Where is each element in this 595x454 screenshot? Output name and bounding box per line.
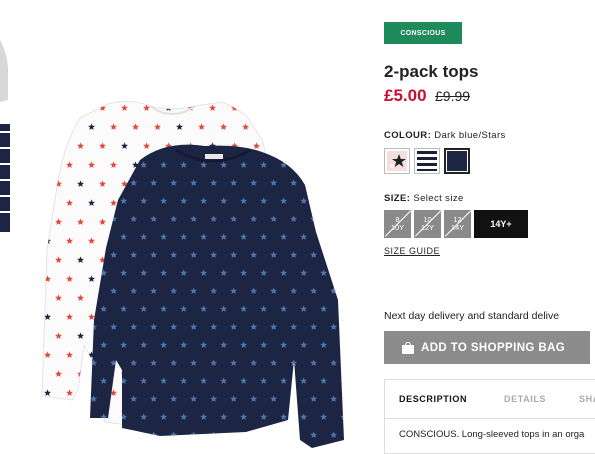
size-option-10-12y[interactable]: 10 12Y	[414, 210, 441, 238]
swatch-pink-stars[interactable]	[384, 148, 410, 174]
decorative-star	[77, 408, 84, 415]
decorative-star	[300, 161, 308, 168]
previous-image-edge	[0, 40, 10, 232]
decorative-star	[340, 233, 344, 240]
size-guide-link[interactable]: SIZE GUIDE	[384, 246, 440, 256]
delivery-info: Next day delivery and standard delive	[384, 310, 560, 322]
decorative-star	[340, 197, 344, 204]
decorative-star	[250, 431, 258, 438]
decorative-star	[340, 269, 344, 276]
decorative-star	[310, 179, 318, 186]
size-option-8-10y[interactable]: 8 10Y	[384, 210, 411, 238]
swatch-stripes-image	[417, 151, 437, 171]
decorative-star	[320, 233, 328, 240]
swatch-dark-blue-image	[447, 151, 467, 171]
shopping-bag-icon	[402, 341, 414, 354]
decorative-star	[44, 199, 51, 206]
decorative-star	[44, 123, 51, 130]
tab-description[interactable]: DESCRIPTION	[399, 394, 467, 404]
decorative-star	[320, 197, 328, 204]
decorative-star	[55, 104, 62, 111]
decorative-star	[130, 431, 138, 438]
conscious-badge: CONSCIOUS	[384, 22, 462, 44]
size-placeholder: Select size	[413, 193, 464, 204]
decorative-star	[340, 305, 344, 312]
decorative-star	[55, 142, 62, 149]
add-to-shopping-bag-button[interactable]: ADD TO SHOPPING BAG	[384, 331, 590, 364]
colour-label: COLOUR: Dark blue/Stars	[384, 130, 506, 141]
decorative-star	[330, 215, 338, 222]
swatch-pink-stars-image	[387, 151, 407, 171]
size-heading: SIZE:	[384, 193, 411, 204]
swatch-dark-blue-stars[interactable]	[444, 148, 470, 174]
decorative-star	[330, 251, 338, 258]
swatch-navy-white-stripes[interactable]	[414, 148, 440, 174]
decorative-star	[110, 431, 118, 438]
decorative-star	[270, 431, 278, 438]
size-option-line1: 14Y+	[490, 219, 512, 229]
decorative-star	[77, 104, 84, 111]
size-options: 8 10Y 10 12Y 12 14Y 14Y+	[384, 210, 528, 238]
decorative-star	[90, 431, 98, 438]
price-row: £5.00 £9.99	[384, 86, 470, 106]
description-text: CONSCIOUS. Long-sleeved tops in an orga	[399, 429, 585, 440]
decorative-star	[330, 179, 338, 186]
decorative-star	[55, 408, 62, 415]
product-tabs: DESCRIPTION DETAILS SHA CONSCIOUS. Long-…	[384, 379, 595, 454]
tab-sha[interactable]: SHA	[579, 394, 595, 404]
decorative-star	[340, 161, 344, 168]
size-option-12-14y[interactable]: 12 14Y	[444, 210, 471, 238]
decorative-star	[44, 161, 51, 168]
product-title: 2-pack tops	[384, 62, 479, 81]
navy-star-top	[90, 144, 344, 448]
product-photo-2-pack-tops	[0, 40, 344, 448]
decorative-star	[66, 123, 73, 130]
decorative-star	[253, 104, 260, 111]
colour-selected-value: Dark blue/Stars	[434, 130, 506, 141]
tab-bar: DESCRIPTION DETAILS SHA	[385, 380, 595, 419]
decorative-star	[275, 104, 282, 111]
decorative-star	[264, 123, 271, 130]
decorative-star	[290, 395, 298, 402]
original-price: £9.99	[435, 88, 471, 104]
add-to-bag-label: ADD TO SHOPPING BAG	[421, 341, 566, 354]
product-info-panel: CONSCIOUS 2-pack tops £5.00 £9.99 COLOUR…	[384, 0, 595, 454]
decorative-star	[320, 161, 328, 168]
size-label: SIZE: Select size	[384, 193, 464, 204]
decorative-star	[275, 142, 282, 149]
size-option-14y-plus[interactable]: 14Y+	[474, 210, 528, 238]
tab-details[interactable]: DETAILS	[504, 394, 546, 404]
product-image[interactable]	[0, 0, 370, 454]
colour-swatches	[384, 148, 470, 174]
star-icon	[389, 154, 406, 169]
decorative-star	[340, 341, 344, 348]
decorative-star	[290, 431, 298, 438]
colour-heading: COLOUR:	[384, 130, 432, 141]
sale-price: £5.00	[384, 86, 427, 105]
